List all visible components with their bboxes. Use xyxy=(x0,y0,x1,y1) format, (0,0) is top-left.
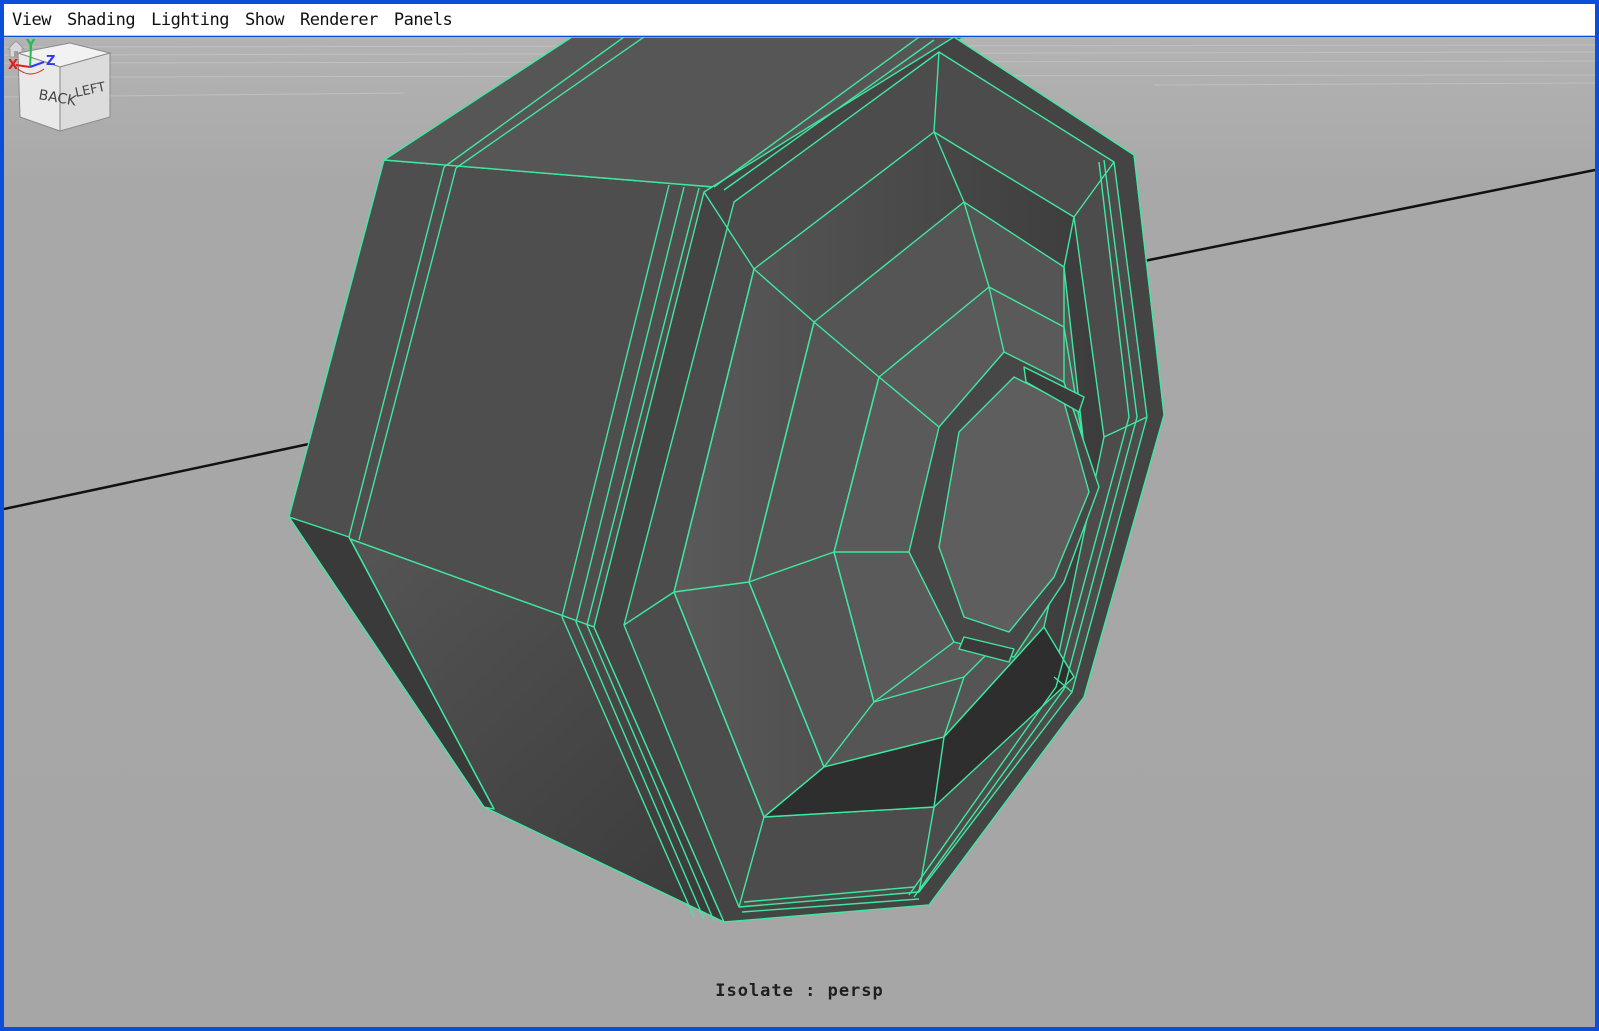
axis-gizmo-icon: X Y Z xyxy=(8,38,55,75)
scene-canvas[interactable] xyxy=(4,37,1595,1027)
maya-viewport-window: View Shading Lighting Show Renderer Pane… xyxy=(4,4,1595,1027)
menu-lighting[interactable]: Lighting xyxy=(151,10,229,30)
axis-z-label: Z xyxy=(46,54,55,69)
axis-x-label: X xyxy=(8,58,18,73)
menu-view[interactable]: View xyxy=(12,10,51,30)
perspective-viewport[interactable]: BACK LEFT X Y Z Isolate : persp xyxy=(4,37,1595,1027)
menu-shading[interactable]: Shading xyxy=(67,10,136,30)
panel-menubar: View Shading Lighting Show Renderer Pane… xyxy=(4,4,1595,36)
axis-y-label: Y xyxy=(25,38,36,53)
isolate-hud-label: Isolate : persp xyxy=(715,981,884,1001)
menu-renderer[interactable]: Renderer xyxy=(300,10,378,30)
menu-show[interactable]: Show xyxy=(245,10,284,30)
menu-panels[interactable]: Panels xyxy=(394,10,453,30)
